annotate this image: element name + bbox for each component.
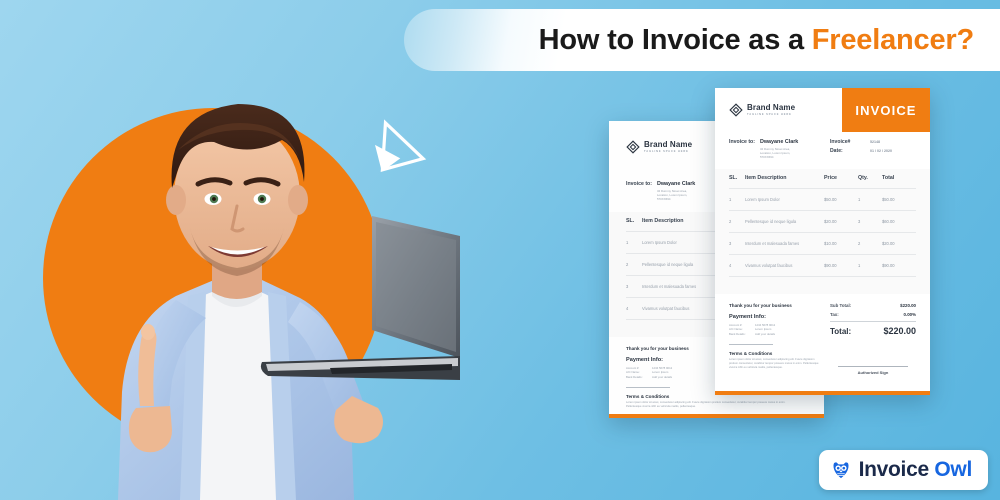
- invoice-meta: Invoice# 52148 Date: 01 / 02 / 2020: [830, 139, 916, 160]
- brand-tagline-back: TAGLINE SPACE HERE: [644, 149, 689, 153]
- invoice-number-label: Invoice#: [830, 139, 851, 145]
- cell-total: $50.00: [882, 196, 895, 202]
- cell-sl: 3: [626, 283, 629, 289]
- cell-price: $10.00: [824, 240, 837, 246]
- title-accent: Freelancer?: [811, 23, 974, 56]
- cell-desc: Vivamus volutpat faucibus: [745, 262, 793, 268]
- invoiceowl-logo[interactable]: Invoice Owl: [818, 450, 988, 490]
- total-label: Total:: [830, 327, 852, 337]
- invoice-footer: Thank you for your business Payment Info…: [715, 293, 930, 375]
- brand-name-back: Brand Name: [644, 139, 693, 149]
- table-row: 4 Vivamus volutpat faucibus $90.00 1 $90…: [729, 253, 916, 276]
- bill-to-block: Invoice to: Dwayane Clark 34 Dummy Stree…: [715, 132, 930, 169]
- brand-tagline: TAGLINE SPACE HERE: [747, 112, 792, 116]
- pay-key: Bank Details:: [626, 375, 643, 380]
- diamond-logo-icon: [626, 140, 640, 154]
- orange-footer-bar: [715, 391, 930, 395]
- sub-total-label: Sub Total:: [830, 302, 852, 308]
- logo-word-owl: Owl: [934, 458, 972, 481]
- invoice-number-value: 52148: [870, 140, 880, 144]
- terms-body: Lorem ipsum dolor sit amet, consectetur …: [729, 357, 819, 370]
- invoice-date-value: 01 / 02 / 2020: [870, 149, 892, 153]
- payment-info-title: Payment Info:: [729, 313, 766, 320]
- owl-icon: [831, 460, 851, 480]
- divider: [830, 320, 916, 322]
- divider: [729, 343, 773, 345]
- cell-sl: 2: [729, 218, 732, 224]
- cell-total: $90.00: [882, 262, 895, 268]
- cell-qty: 3: [858, 218, 861, 224]
- cell-sl: 1: [729, 196, 732, 202]
- logo-word-invoice: Invoice: [858, 458, 930, 481]
- invoice-document-front[interactable]: Brand Name TAGLINE SPACE HERE INVOICE In…: [715, 88, 930, 395]
- tax-label: Tax:: [830, 311, 839, 317]
- brand-block: Brand Name TAGLINE SPACE HERE: [715, 88, 842, 132]
- table-header: SL. Item Description Price Qty. Total: [729, 169, 916, 188]
- logo-wordmark: Invoice Owl: [858, 458, 973, 482]
- page-title: How to Invoice as a Freelancer?: [538, 23, 975, 57]
- headline-banner: How to Invoice as a Freelancer?: [404, 9, 1000, 71]
- totals-block: Sub Total: $220.00 Tax: 0.00% Total: $22…: [830, 303, 916, 375]
- table-tail: [729, 275, 916, 294]
- cell-sl: 4: [626, 305, 629, 311]
- invoice-date-label: Date:: [830, 148, 843, 154]
- items-table: SL. Item Description Price Qty. Total 1 …: [715, 168, 930, 294]
- table-row: 3 Interdum et malesuada fames $10.00 2 $…: [729, 231, 916, 254]
- th-price: Price: [824, 175, 837, 182]
- total-value: $220.00: [883, 326, 916, 337]
- terms-title: Terms & Conditions: [729, 350, 773, 356]
- cell-price: $20.00: [824, 218, 837, 224]
- cell-desc: Pellentesque id neque ligula: [745, 218, 797, 224]
- freelancer-photo: [118, 104, 460, 500]
- bill-to-label: Invoice to:: [729, 139, 755, 145]
- pay-key: Bank Details:: [729, 332, 746, 337]
- thanks-note: Thank you for your business: [729, 302, 792, 308]
- brand-name: Brand Name: [747, 102, 796, 112]
- cell-desc: Interdum et malesuada fames: [745, 240, 800, 246]
- promo-banner-canvas: How to Invoice as a Freelancer? Brand Na…: [0, 0, 1000, 500]
- client-name-back: Dwayane Clark: [656, 181, 696, 187]
- th-sl-back: SL.: [626, 218, 635, 225]
- title-main: How to Invoice as a: [538, 23, 812, 56]
- cell-qty: 1: [858, 262, 861, 268]
- table-row: 2 Pellentesque id neque ligula $20.00 3 …: [729, 209, 916, 232]
- cell-desc: Lorem Ipsum Dolor: [745, 196, 780, 202]
- client-name: Dwayane Clark: [759, 139, 799, 145]
- tax-value: 0.00%: [903, 311, 916, 317]
- divider: [626, 386, 670, 388]
- signature-block: Authorized Sign: [830, 366, 916, 375]
- client-address-3: 570XX694: [759, 155, 774, 160]
- invoice-badge: INVOICE: [842, 88, 930, 132]
- cell-qty: 2: [858, 240, 861, 246]
- cell-sl: 4: [729, 262, 732, 268]
- pay-val: Add your details: [755, 332, 776, 337]
- invoice-header: Brand Name TAGLINE SPACE HERE INVOICE: [715, 88, 930, 132]
- terms-body-back: Lorem ipsum dolor sit amet, consectetur …: [626, 400, 786, 409]
- cell-sl: 1: [626, 239, 629, 245]
- cell-qty: 1: [858, 196, 861, 202]
- diamond-logo-icon: [729, 103, 743, 117]
- sub-total-value: $220.00: [900, 302, 916, 308]
- th-desc: Item Description: [745, 175, 787, 182]
- th-total: Total: [882, 175, 895, 182]
- cell-price: $90.00: [824, 262, 837, 268]
- bill-to-label-back: Invoice to:: [626, 181, 652, 187]
- cell-total: $60.00: [882, 218, 895, 224]
- orange-footer-bar-back: [609, 414, 824, 418]
- th-qty: Qty.: [858, 175, 868, 182]
- cell-sl: 2: [626, 261, 629, 267]
- cell-price: $50.00: [824, 196, 837, 202]
- signature-label: Authorized Sign: [857, 369, 889, 375]
- cell-total: $20.00: [882, 240, 895, 246]
- th-sl: SL.: [729, 175, 738, 182]
- client-address-back-3: 570XX694: [656, 197, 671, 202]
- signature-line: [838, 366, 908, 367]
- table-row: 1 Lorem Ipsum Dolor $50.00 1 $50.00: [729, 187, 916, 210]
- cell-sl: 3: [729, 240, 732, 246]
